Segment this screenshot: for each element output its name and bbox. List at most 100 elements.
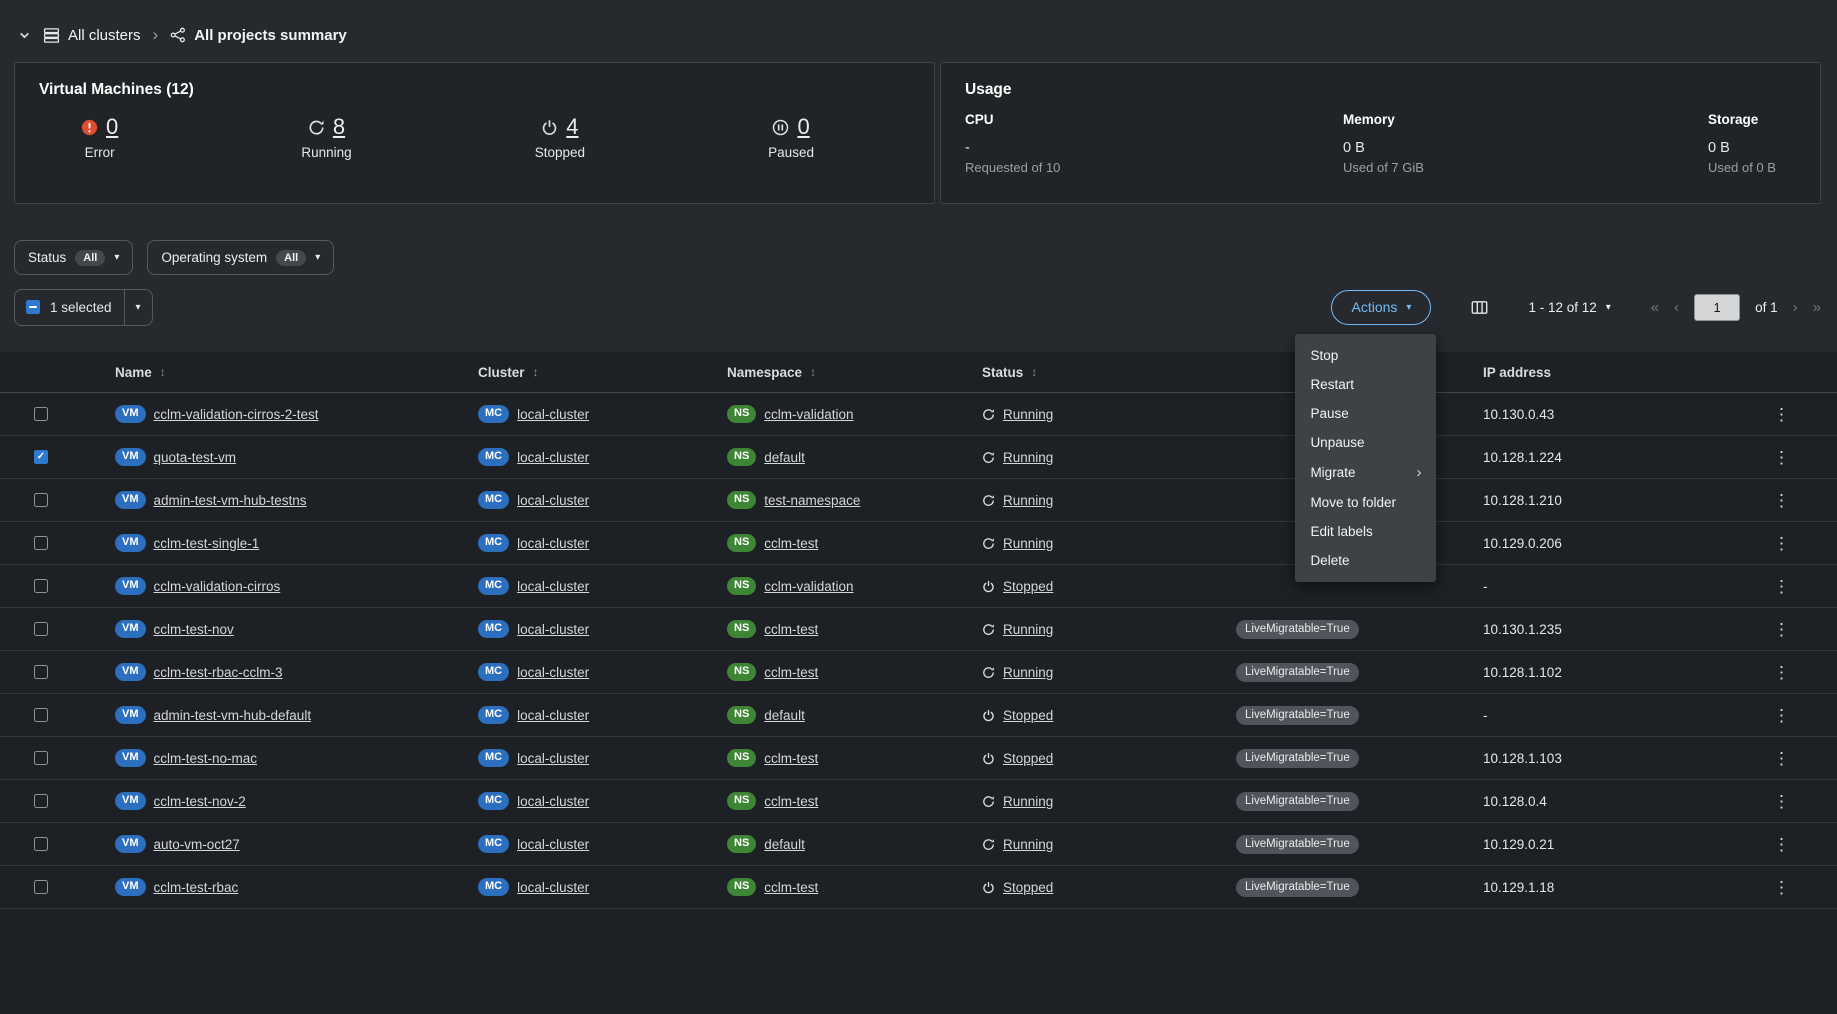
vm-name-link[interactable]: cclm-validation-cirros-2-test (154, 407, 319, 422)
breadcrumb-projects-summary[interactable]: All projects summary (170, 27, 347, 44)
row-checkbox[interactable]: ✓ (34, 880, 48, 894)
vm-name-link[interactable]: cclm-test-single-1 (154, 536, 260, 551)
vm-name-link[interactable]: quota-test-vm (154, 450, 237, 465)
row-checkbox[interactable]: ✓ (34, 450, 48, 464)
namespace-link[interactable]: default (764, 450, 805, 465)
vm-name-link[interactable]: cclm-test-nov (154, 622, 234, 637)
chevron-down-icon[interactable] (18, 29, 31, 42)
namespace-link[interactable]: cclm-test (764, 536, 818, 551)
row-checkbox[interactable]: ✓ (34, 493, 48, 507)
cluster-link[interactable]: local-cluster (517, 622, 589, 637)
cluster-link[interactable]: local-cluster (517, 880, 589, 895)
cluster-link[interactable]: local-cluster (517, 665, 589, 680)
status-link[interactable]: Running (1003, 407, 1053, 422)
row-kebab-button[interactable]: ⋮ (1767, 877, 1796, 898)
status-link[interactable]: Running (1003, 622, 1053, 637)
row-checkbox[interactable]: ✓ (34, 708, 48, 722)
actions-menu-item[interactable]: Unpause › (1295, 428, 1436, 457)
vm-stat-count-link[interactable]: 0 (797, 114, 809, 140)
last-page-button[interactable]: » (1813, 299, 1821, 316)
cluster-link[interactable]: local-cluster (517, 493, 589, 508)
namespace-link[interactable]: cclm-test (764, 751, 818, 766)
sort-icon[interactable]: ↕ (533, 365, 539, 379)
sort-icon[interactable]: ↕ (1031, 365, 1037, 379)
status-link[interactable]: Running (1003, 450, 1053, 465)
column-header[interactable]: Name ↕ (115, 365, 478, 380)
first-page-button[interactable]: « (1651, 299, 1659, 316)
namespace-link[interactable]: cclm-test (764, 880, 818, 895)
cluster-link[interactable]: local-cluster (517, 837, 589, 852)
actions-menu-item[interactable]: Stop › (1295, 341, 1436, 370)
vm-name-link[interactable]: cclm-validation-cirros (154, 579, 281, 594)
row-kebab-button[interactable]: ⋮ (1767, 791, 1796, 812)
row-checkbox[interactable]: ✓ (34, 751, 48, 765)
row-checkbox[interactable]: ✓ (34, 407, 48, 421)
filter-dropdown[interactable]: Operating system All ▾ (147, 240, 334, 275)
status-link[interactable]: Running (1003, 493, 1053, 508)
namespace-link[interactable]: cclm-test (764, 665, 818, 680)
actions-menu-item[interactable]: Delete › (1295, 546, 1436, 575)
cluster-link[interactable]: local-cluster (517, 579, 589, 594)
vm-name-link[interactable]: admin-test-vm-hub-default (154, 708, 312, 723)
row-kebab-button[interactable]: ⋮ (1767, 748, 1796, 769)
cluster-link[interactable]: local-cluster (517, 708, 589, 723)
actions-menu-item[interactable]: Edit labels › (1295, 517, 1436, 546)
actions-menu-item[interactable]: Pause › (1295, 399, 1436, 428)
namespace-link[interactable]: default (764, 837, 805, 852)
vm-name-link[interactable]: cclm-test-rbac-cclm-3 (154, 665, 283, 680)
next-page-button[interactable]: › (1793, 299, 1798, 316)
cluster-link[interactable]: local-cluster (517, 536, 589, 551)
pagination-range-dropdown[interactable]: 1 - 12 of 12 ▾ (1528, 300, 1610, 315)
row-kebab-button[interactable]: ⋮ (1767, 533, 1796, 554)
vm-stat-count-link[interactable]: 8 (333, 114, 345, 140)
breadcrumb-all-clusters[interactable]: All clusters (43, 27, 141, 44)
prev-page-button[interactable]: ‹ (1674, 299, 1679, 316)
status-link[interactable]: Running (1003, 665, 1053, 680)
namespace-link[interactable]: default (764, 708, 805, 723)
filter-dropdown[interactable]: Status All ▾ (14, 240, 133, 275)
row-kebab-button[interactable]: ⋮ (1767, 576, 1796, 597)
status-link[interactable]: Running (1003, 536, 1053, 551)
cluster-link[interactable]: local-cluster (517, 751, 589, 766)
status-link[interactable]: Stopped (1003, 880, 1053, 895)
column-header[interactable]: Namespace ↕ (727, 365, 982, 380)
namespace-link[interactable]: test-namespace (764, 493, 860, 508)
vm-stat-count-link[interactable]: 4 (566, 114, 578, 140)
vm-name-link[interactable]: cclm-test-no-mac (154, 751, 258, 766)
row-kebab-button[interactable]: ⋮ (1767, 404, 1796, 425)
row-checkbox[interactable]: ✓ (34, 794, 48, 808)
status-link[interactable]: Stopped (1003, 708, 1053, 723)
row-kebab-button[interactable]: ⋮ (1767, 619, 1796, 640)
namespace-link[interactable]: cclm-validation (764, 407, 853, 422)
namespace-link[interactable]: cclm-test (764, 794, 818, 809)
row-kebab-button[interactable]: ⋮ (1767, 447, 1796, 468)
namespace-link[interactable]: cclm-validation (764, 579, 853, 594)
status-link[interactable]: Stopped (1003, 751, 1053, 766)
row-kebab-button[interactable]: ⋮ (1767, 705, 1796, 726)
actions-menu-item[interactable]: Migrate › (1295, 457, 1436, 488)
column-header[interactable]: Cluster ↕ (478, 365, 727, 380)
vm-name-link[interactable]: cclm-test-rbac (154, 880, 239, 895)
row-checkbox[interactable]: ✓ (34, 536, 48, 550)
column-header[interactable]: IP address ↕ (1483, 365, 1755, 380)
row-checkbox[interactable]: ✓ (34, 579, 48, 593)
page-number-input[interactable] (1694, 294, 1740, 321)
vm-name-link[interactable]: auto-vm-oct27 (154, 837, 240, 852)
cluster-link[interactable]: local-cluster (517, 450, 589, 465)
manage-columns-button[interactable] (1471, 299, 1488, 316)
row-kebab-button[interactable]: ⋮ (1767, 490, 1796, 511)
status-link[interactable]: Running (1003, 794, 1053, 809)
cluster-link[interactable]: local-cluster (517, 407, 589, 422)
bulk-select-checkbox[interactable] (15, 300, 50, 314)
vm-stat-count-link[interactable]: 0 (106, 114, 118, 140)
row-checkbox[interactable]: ✓ (34, 665, 48, 679)
actions-menu-item[interactable]: Restart › (1295, 370, 1436, 399)
vm-name-link[interactable]: cclm-test-nov-2 (154, 794, 246, 809)
actions-menu-item[interactable]: Move to folder › (1295, 488, 1436, 517)
cluster-link[interactable]: local-cluster (517, 794, 589, 809)
row-checkbox[interactable]: ✓ (34, 837, 48, 851)
bulk-select-toggle[interactable]: ▾ (124, 290, 152, 325)
status-link[interactable]: Running (1003, 837, 1053, 852)
row-kebab-button[interactable]: ⋮ (1767, 662, 1796, 683)
row-checkbox[interactable]: ✓ (34, 622, 48, 636)
